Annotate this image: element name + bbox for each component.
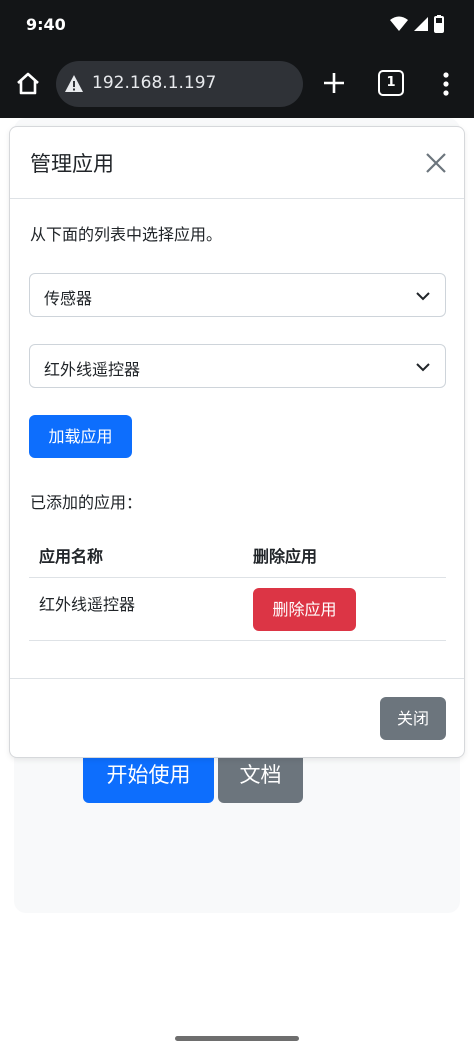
modal-title: 管理应用 — [30, 152, 114, 176]
close-icon[interactable] — [424, 151, 448, 175]
close-button[interactable]: 关闭 — [380, 697, 446, 740]
app-select[interactable]: 红外线遥控器 — [29, 344, 446, 388]
modal-header: 管理应用 — [10, 127, 464, 199]
status-icons — [390, 15, 444, 33]
added-apps-label: 已添加的应用： — [30, 493, 143, 512]
chevron-down-icon — [416, 292, 430, 301]
app-name-cell: 红外线遥控器 — [39, 595, 136, 614]
home-icon[interactable] — [14, 70, 42, 98]
gesture-nav-handle[interactable] — [175, 1036, 299, 1041]
category-select-value: 传感器 — [44, 289, 93, 308]
battery-icon — [434, 15, 444, 33]
address-bar[interactable]: 192.168.1.197 — [56, 61, 303, 107]
modal-instruction: 从下面的列表中选择应用。 — [30, 225, 223, 244]
status-bar: 9:40 — [0, 0, 474, 50]
app-select-value: 红外线遥控器 — [44, 360, 141, 379]
browser-toolbar: 192.168.1.197 1 — [0, 50, 474, 118]
column-header-app-name: 应用名称 — [39, 547, 104, 566]
manage-apps-modal: 管理应用 从下面的列表中选择应用。 传感器 红外线遥控器 加载应用 已添加的应用… — [9, 126, 465, 758]
table-row: 红外线遥控器 删除应用 — [29, 578, 446, 641]
load-app-button[interactable]: 加载应用 — [29, 415, 132, 458]
delete-app-button[interactable]: 删除应用 — [253, 588, 356, 631]
warning-icon[interactable] — [64, 74, 84, 94]
wifi-icon — [390, 16, 408, 31]
signal-icon — [414, 17, 428, 31]
more-menu-icon[interactable] — [436, 71, 456, 97]
category-select[interactable]: 传感器 — [29, 273, 446, 317]
table-header-row: 应用名称 删除应用 — [29, 527, 446, 578]
status-time: 9:40 — [26, 15, 66, 34]
chevron-down-icon — [416, 363, 430, 372]
modal-footer-divider — [10, 678, 464, 679]
column-header-delete: 删除应用 — [253, 547, 318, 566]
tab-switcher-button[interactable]: 1 — [378, 70, 404, 96]
new-tab-icon[interactable] — [320, 69, 348, 97]
url-text[interactable]: 192.168.1.197 — [92, 73, 216, 93]
